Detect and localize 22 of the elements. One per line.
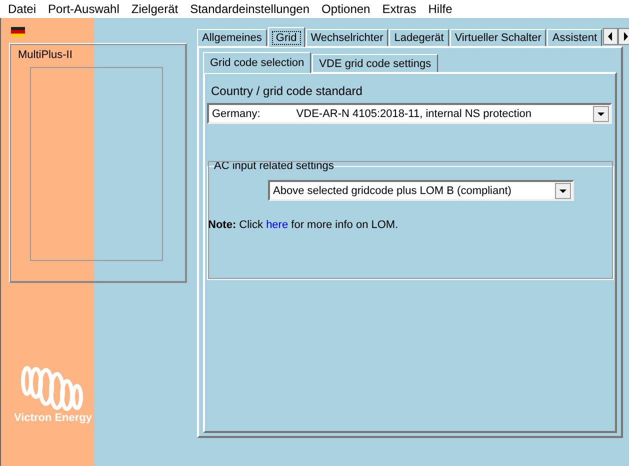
note-text: Note: Click here for more info on LOM. [208,219,400,231]
device-name: MultiPlus-II [18,49,74,61]
menu-item[interactable]: Extras [378,2,424,16]
menu-item[interactable]: Zielgerät [127,2,186,16]
menu-item[interactable]: Port-Auswahl [44,2,128,16]
info-link[interactable]: here [266,219,288,231]
brand-name: Victron Energy [14,412,92,424]
menu-item[interactable]: Standardeinstellungen [186,2,318,16]
tab[interactable]: Assistent [547,29,602,46]
lom-dropdown[interactable]: Above selected gridcode plus LOM B (compliant) [268,180,574,201]
menu-item[interactable]: Datei [4,2,44,16]
tab[interactable]: Ladegerät [389,29,449,46]
grid-code-dropdown[interactable]: Germany: VDE-AR-N 4105:2018-11, internal NS protection [207,103,612,124]
tab[interactable]: Allgemeines [197,29,267,46]
tab[interactable]: Grid code selection [203,52,312,73]
menu-item[interactable]: Hilfe [424,2,460,16]
tab[interactable]: VDE grid code settings [312,54,438,72]
tab[interactable]: Virtueller Schalter [450,29,546,46]
tab[interactable]: Wechselrichter [306,29,388,46]
menu-item[interactable]: Optionen [318,2,378,16]
tab[interactable]: Grid [268,27,305,47]
field-label: Country / grid code standard [211,84,364,98]
